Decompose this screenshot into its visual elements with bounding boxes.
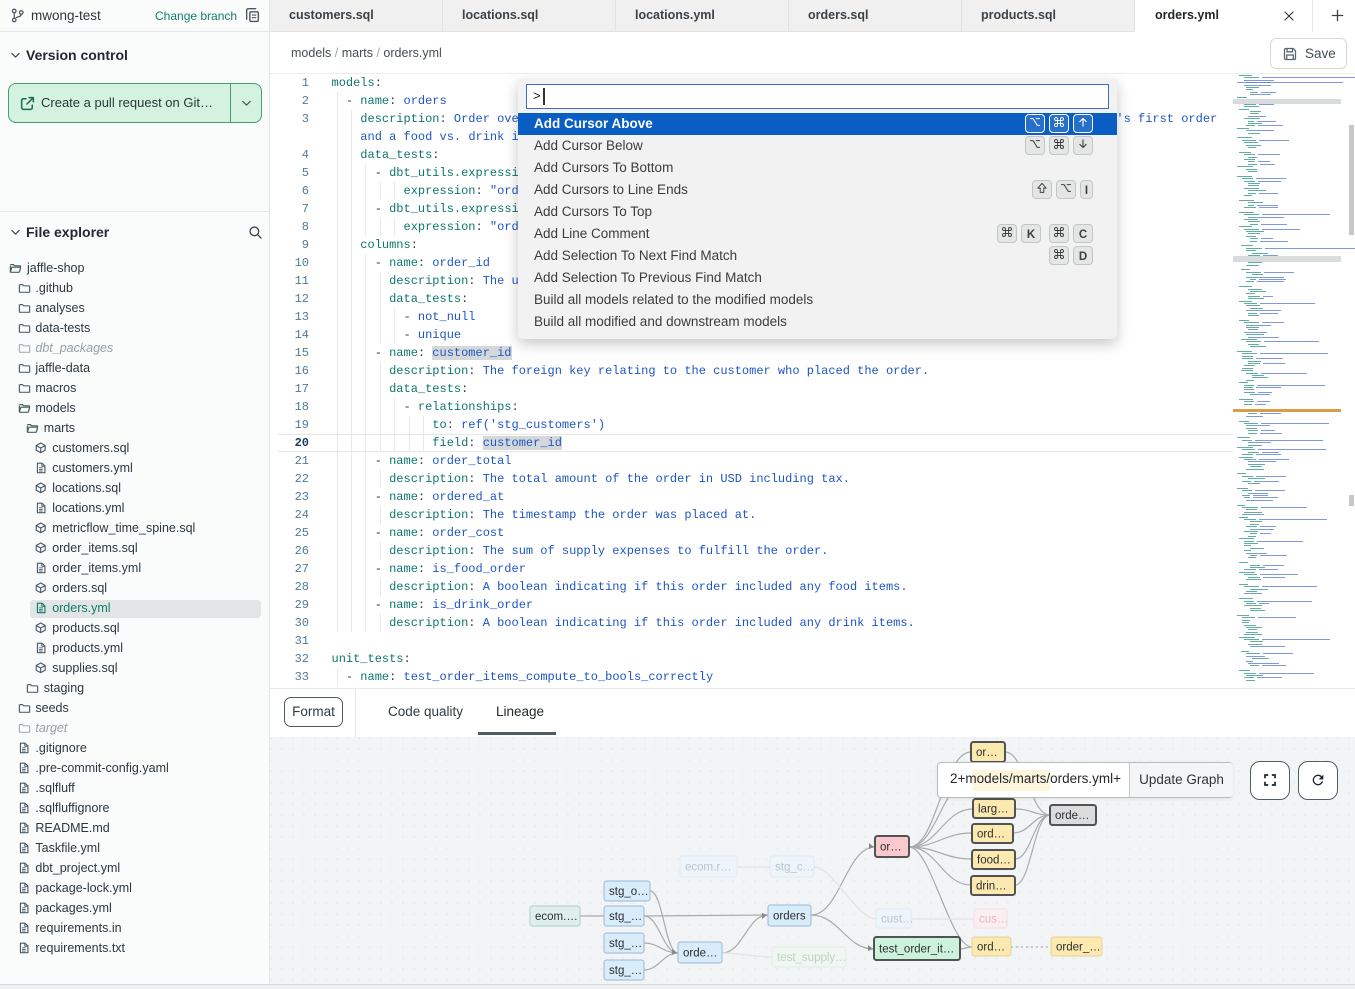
svg-text:larg…: larg… [978,804,1009,816]
svg-text:or…: or… [880,842,902,854]
svg-text:ord…: ord… [977,942,1005,954]
svg-text:orde…: orde… [683,948,718,960]
svg-text:orders: orders [773,911,806,923]
svg-text:stg_…: stg_… [609,965,642,977]
svg-text:or…: or… [976,747,998,759]
svg-text:ord…: ord… [977,829,1005,841]
svg-text:stg_…: stg_… [609,938,642,950]
svg-text:test_order_it…: test_order_it… [879,944,954,956]
svg-text:cus…: cus… [979,914,1008,926]
svg-text:order_…: order_… [1056,942,1101,954]
svg-text:stg_…: stg_… [609,911,642,923]
svg-text:orde…: orde… [1055,810,1090,822]
svg-text:stg_o…: stg_o… [609,886,649,898]
svg-text:ecom.…: ecom.… [535,911,578,923]
svg-text:ecom.r…: ecom.r… [685,862,732,874]
svg-text:food…: food… [977,855,1011,867]
svg-text:cust…: cust… [881,914,914,926]
svg-text:test_supply…: test_supply… [777,952,847,964]
svg-text:stg_c…: stg_c… [775,862,814,874]
svg-text:drin…: drin… [976,881,1007,893]
